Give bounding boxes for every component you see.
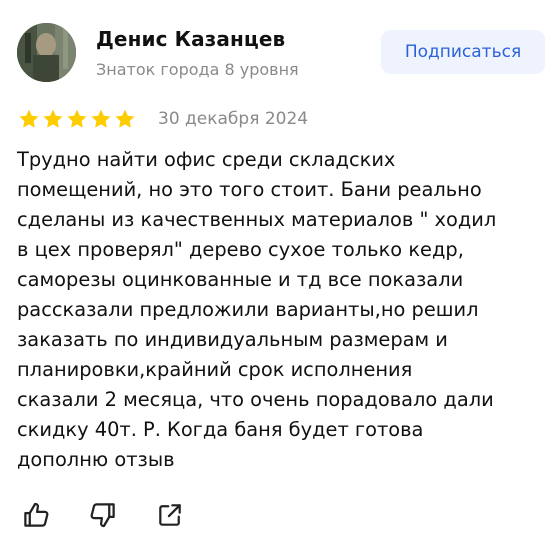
star-rating [18, 108, 136, 130]
review-date: 30 декабря 2024 [158, 109, 309, 129]
avatar[interactable] [17, 23, 76, 82]
author-name[interactable]: Денис Казанцев [96, 27, 285, 51]
star-icon [114, 108, 136, 130]
review-header: Денис Казанцев Знаток города 8 уровня По… [17, 22, 545, 82]
thumbs-down-icon [88, 500, 118, 534]
share-icon [156, 501, 184, 533]
rating-row: 30 декабря 2024 [18, 107, 308, 131]
author-level: Знаток города 8 уровня [96, 60, 299, 79]
star-icon [42, 108, 64, 130]
star-icon [66, 108, 88, 130]
dislike-button[interactable] [87, 501, 119, 533]
like-button[interactable] [20, 501, 52, 533]
share-button[interactable] [154, 501, 186, 533]
thumbs-up-icon [21, 500, 51, 534]
review-actions [20, 500, 186, 534]
review-text: Трудно найти офис среди складских помеще… [17, 148, 497, 471]
subscribe-button[interactable]: Подписаться [381, 30, 545, 74]
star-icon [18, 108, 40, 130]
star-icon [90, 108, 112, 130]
